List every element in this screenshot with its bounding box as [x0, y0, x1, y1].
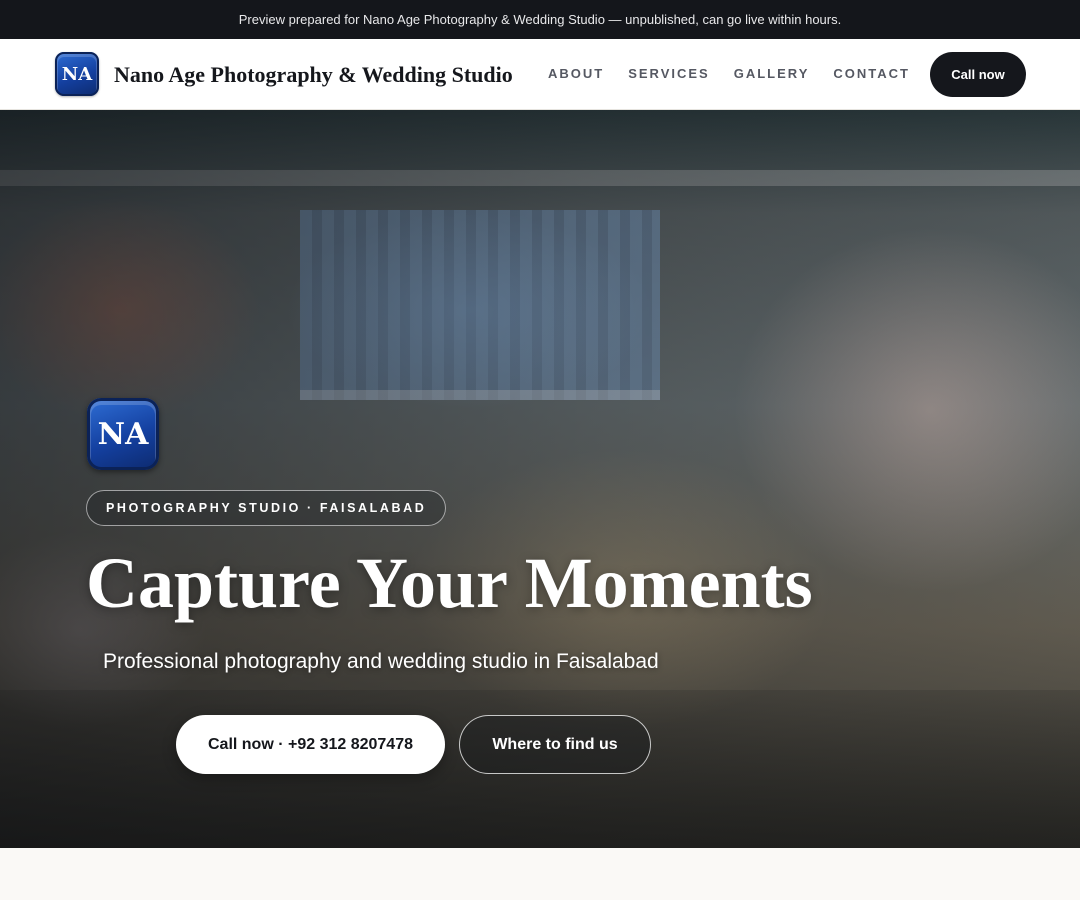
nav-link-about[interactable]: ABOUT: [548, 66, 604, 81]
hero-badge: PHOTOGRAPHY STUDIO · FAISALABAD: [86, 490, 447, 526]
brand-logo[interactable]: NA: [55, 52, 99, 96]
hero-badge-text: PHOTOGRAPHY STUDIO · FAISALABAD: [106, 501, 427, 515]
nav-link-services[interactable]: SERVICES: [628, 66, 710, 81]
nav-link-contact[interactable]: CONTACT: [833, 66, 910, 81]
hero-section: NA PHOTOGRAPHY STUDIO · FAISALABAD Captu…: [0, 110, 1080, 848]
hero-logo: NA: [87, 398, 159, 470]
site-header: NA Nano Age Photography & Wedding Studio…: [0, 39, 1080, 110]
nav-link-gallery[interactable]: GALLERY: [734, 66, 810, 81]
preview-banner: Preview prepared for Nano Age Photograph…: [0, 0, 1080, 39]
call-now-button[interactable]: Call now · +92 312 8207478: [176, 715, 445, 774]
hero-subtitle: Professional photography and wedding stu…: [103, 650, 659, 673]
hero-logo-text: NA: [97, 416, 149, 452]
main-nav: ABOUT SERVICES GALLERY CONTACT: [548, 66, 934, 81]
brand-name[interactable]: Nano Age Photography & Wedding Studio: [114, 62, 513, 88]
header-call-button[interactable]: Call now: [930, 52, 1026, 97]
find-us-button[interactable]: Where to find us: [459, 715, 651, 774]
hero-title: Capture Your Moments: [86, 543, 813, 623]
brand-logo-text: NA: [61, 63, 93, 85]
preview-banner-text: Preview prepared for Nano Age Photograph…: [238, 12, 842, 27]
